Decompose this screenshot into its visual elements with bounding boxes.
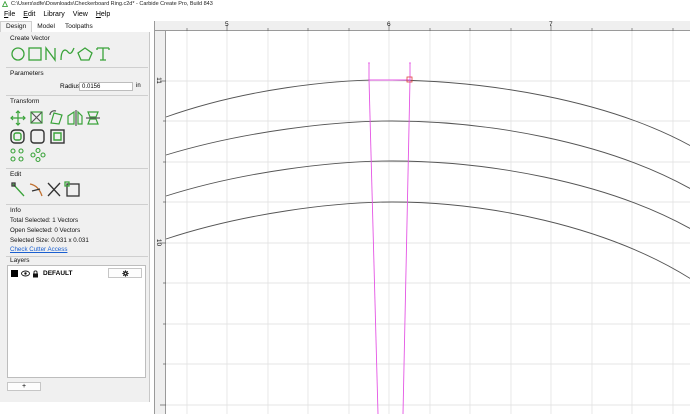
title-bar: C:\Users\sdfe\Downloads\Checkerboard Rin… [0,0,690,8]
selected-vectors [368,63,411,414]
menu-help[interactable]: Help [96,11,110,18]
add-layer-button[interactable]: + [7,382,41,391]
tab-toolpaths[interactable]: Toolpaths [60,22,98,32]
menu-edit-rest: dit [27,10,36,18]
section-create-vector: Create Vector [10,35,50,42]
eye-icon[interactable] [21,270,30,277]
lock-icon[interactable] [32,270,39,278]
gear-icon [121,269,129,277]
menu-file-rest: ile [8,10,16,18]
ruler-y-label: 11 [154,77,162,84]
layer-color-swatch[interactable] [11,270,18,277]
radius-input[interactable]: 0.0156 [79,82,133,91]
curve-tool-icon[interactable] [60,47,75,61]
design-panel: Create Vector Parameters Radius 0.0156 i… [0,32,150,402]
section-layers: Layers [10,257,30,264]
menu-bar: File Edit Library View Help [0,8,690,20]
text-tool-icon[interactable] [96,47,110,61]
move-tool-icon[interactable] [10,110,26,126]
info-open-selected: Open Selected: 0 Vectors [10,227,81,234]
scale-tool-icon[interactable] [30,111,43,124]
ruler-vertical-ticks [160,80,166,406]
transform-toolbar-row1 [10,110,100,126]
radius-label: Radius [60,83,81,90]
selection-handles[interactable] [368,63,411,81]
ruler-x-label: 7 [549,21,553,28]
fillet-tool-icon[interactable] [30,129,45,144]
info-total-selected: Total Selected: 1 Vectors [10,217,79,224]
cut-tool-icon[interactable] [47,182,61,197]
section-parameters: Parameters [10,70,44,77]
create-vector-toolbar [11,46,110,62]
app-logo-icon [2,1,8,7]
transform-toolbar-row3 [10,148,46,163]
ruler-horizontal-ticks [186,25,674,31]
rectangle-tool-icon[interactable] [28,47,42,61]
array-grid-tool-icon[interactable] [10,148,24,162]
ruler-y-label: 10 [155,238,163,247]
transform-toolbar-row2 [10,129,65,144]
divider [6,95,148,96]
canvas-grid [166,31,690,414]
ruler-vertical: 11 10 [155,31,166,414]
node-edit-tool-icon[interactable] [11,182,25,197]
canvas-drawing[interactable] [155,21,690,414]
menu-view[interactable]: View [73,11,88,18]
rotate-tool-icon[interactable] [49,110,63,125]
divider [6,204,148,205]
edit-toolbar [11,181,80,197]
polyline-tool-icon[interactable] [45,46,56,62]
polygon-tool-icon[interactable] [77,47,93,61]
layer-settings-button[interactable] [108,268,142,278]
trim-tool-icon[interactable] [29,183,43,197]
ruler-horizontal: 5 6 7 [155,21,690,31]
menu-file[interactable]: File [4,11,15,18]
section-transform: Transform [10,98,40,105]
offset-tool-icon[interactable] [10,129,25,144]
mirror-tool-icon[interactable] [67,110,83,126]
radius-unit: in [136,83,141,89]
ring-arcs [165,79,690,279]
panel-footer [0,402,150,414]
handle-point[interactable] [368,62,370,64]
divider [6,168,148,169]
mode-tabs: Design Model Toolpaths [0,21,150,32]
join-tool-icon[interactable] [50,129,65,144]
align-tool-icon[interactable] [86,111,100,125]
ruler-x-label: 6 [387,21,391,28]
tab-design[interactable]: Design [0,21,33,32]
section-edit: Edit [10,171,22,178]
divider [6,67,148,68]
menu-help-rest: elp [100,10,111,18]
check-cutter-access-link[interactable]: Check Cutter Access [10,246,67,253]
ruler-x-label: 5 [225,21,229,28]
layer-row[interactable]: DEFAULT [11,269,73,278]
arc-third[interactable] [165,160,690,229]
array-circular-tool-icon[interactable] [30,148,46,163]
arc-second[interactable] [165,120,690,189]
layer-name: DEFAULT [43,270,73,277]
menu-edit[interactable]: Edit [23,11,35,18]
design-canvas[interactable]: 5 6 7 11 10 [154,21,690,414]
arc-inner[interactable] [165,201,690,279]
circle-tool-icon[interactable] [11,47,25,61]
menu-library[interactable]: Library [43,11,64,18]
section-info: Info [10,207,21,214]
handle-point[interactable] [409,62,411,64]
layers-list: DEFAULT [7,265,146,378]
window-title: C:\Users\sdfe\Downloads\Checkerboard Rin… [11,1,213,7]
info-selected-size: Selected Size: 0.031 x 0.031 [10,237,89,244]
select-tool-icon[interactable] [64,181,80,197]
tab-model[interactable]: Model [32,22,60,32]
